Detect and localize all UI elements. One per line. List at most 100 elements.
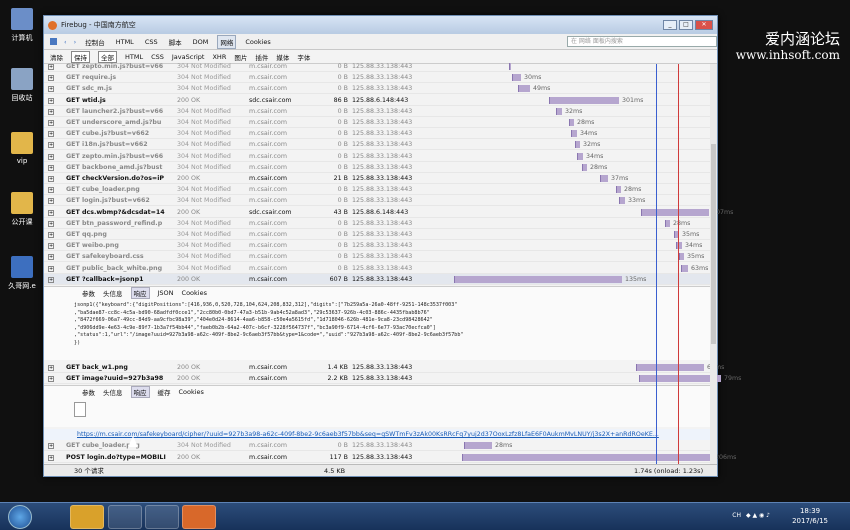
detail-tab[interactable]: 头信息: [103, 387, 123, 397]
request-url[interactable]: POST login.do?type=MOBILI: [66, 452, 166, 463]
expand-toggle-icon[interactable]: +: [48, 454, 54, 461]
request-url[interactable]: GET zepto.min.js?bust=v66: [66, 151, 166, 162]
request-row[interactable]: + GET back_w1.png 200 OK m.csair.com 1.4 KB 1…: [44, 362, 724, 373]
expand-toggle-icon[interactable]: +: [48, 164, 54, 171]
language-indicator[interactable]: CH: [732, 512, 741, 519]
filter-button[interactable]: 媒体: [276, 52, 289, 62]
request-row[interactable]: + GET cube_loader.png 304 Not Modified m.cs…: [44, 440, 711, 452]
expand-toggle-icon[interactable]: +: [48, 265, 54, 272]
inspect-icon[interactable]: [50, 38, 57, 45]
request-url[interactable]: GET ?callback=jsonp1: [66, 274, 166, 285]
request-url[interactable]: GET safekeyboard.css: [66, 251, 166, 262]
request-row[interactable]: + GET checkVersion.do?os=iP 200 OK m.csair.…: [44, 173, 711, 184]
request-url[interactable]: GET cube_loader.png: [66, 440, 166, 451]
request-row[interactable]: + GET zepto.min.js?bust=v66 304 Not Modifi…: [44, 151, 711, 162]
request-row[interactable]: + GET qq.png 304 Not Modified m.csair.com 0 …: [44, 229, 711, 240]
request-row[interactable]: + GET wtid.js 200 OK sdc.csair.com 86 B 125.8…: [44, 95, 711, 106]
desktop-icon-recycle-bin[interactable]: 回收站: [4, 68, 40, 103]
tray-icons[interactable]: ◆ ▲ ◉ ♪: [746, 512, 770, 519]
taskbar-app-3[interactable]: [145, 505, 179, 529]
start-button[interactable]: [8, 505, 32, 529]
scrollbar-thumb[interactable]: [711, 144, 716, 344]
detail-tab[interactable]: 头信息: [103, 288, 123, 298]
panel-tab[interactable]: Cookies: [243, 37, 272, 47]
taskbar-app-1[interactable]: [70, 505, 104, 529]
taskbar-firefox[interactable]: [182, 505, 216, 529]
request-url[interactable]: GET weibo.png: [66, 240, 166, 251]
request-url[interactable]: GET require.js: [66, 72, 166, 83]
request-url[interactable]: GET wtid.js: [66, 95, 166, 106]
expand-toggle-icon[interactable]: +: [48, 97, 54, 104]
request-url[interactable]: GET image?uuid=927b3a98: [66, 373, 166, 384]
filter-button[interactable]: 插件: [255, 52, 268, 62]
request-row[interactable]: + GET btn_password_refind.p 304 Not Modifi…: [44, 218, 711, 229]
expand-toggle-icon[interactable]: +: [48, 86, 54, 93]
expand-toggle-icon[interactable]: +: [48, 153, 54, 160]
expand-toggle-icon[interactable]: +: [48, 142, 54, 149]
request-row[interactable]: + GET dcs.wbmp?&dcsdat=14 200 OK sdc.csair.…: [44, 207, 733, 218]
taskbar-folder[interactable]: [108, 505, 142, 529]
detail-tab[interactable]: Cookies: [182, 289, 207, 297]
request-url[interactable]: GET backbone_amd.js?bust: [66, 162, 166, 173]
request-row[interactable]: + GET safekeyboard.css 304 Not Modified m.c…: [44, 251, 711, 263]
request-row[interactable]: + GET backbone_amd.js?bust 304 Not Modifie…: [44, 162, 711, 173]
detail-tab[interactable]: Cookies: [179, 388, 204, 396]
panel-tab[interactable]: CSS: [143, 37, 160, 47]
detail-tab[interactable]: 参数: [82, 387, 95, 397]
maximize-button[interactable]: □: [679, 20, 693, 30]
request-url[interactable]: GET sdc_m.js: [66, 83, 166, 94]
request-url[interactable]: GET qq.png: [66, 229, 166, 240]
request-row[interactable]: + GET public_back_white.png 304 Not Modifi…: [44, 263, 711, 274]
request-row[interactable]: + GET zepto.min.js?bust=v66 304 Not Modifi…: [44, 61, 711, 72]
panel-tab[interactable]: 脚本: [167, 36, 184, 48]
clock[interactable]: 18:39 2017/6/15: [792, 506, 828, 526]
expand-toggle-icon[interactable]: +: [48, 232, 54, 238]
request-row[interactable]: + GET cube_loader.png 304 Not Modified m.cs…: [44, 184, 711, 196]
detail-tab[interactable]: 参数: [82, 288, 95, 298]
forward-icon[interactable]: ›: [74, 38, 77, 46]
scrollbar[interactable]: [710, 64, 717, 464]
expand-toggle-icon[interactable]: +: [48, 198, 54, 205]
request-url[interactable]: GET cube_loader.png: [66, 184, 166, 195]
expand-toggle-icon[interactable]: +: [48, 64, 54, 70]
request-row[interactable]: + GET underscore_amd.js?bu 304 Not Modifie…: [44, 117, 711, 128]
expand-toggle-icon[interactable]: +: [48, 254, 54, 261]
expand-toggle-icon[interactable]: +: [48, 131, 54, 138]
request-url[interactable]: GET launcher2.js?bust=v66: [66, 106, 166, 117]
request-link-row[interactable]: https://m.csair.com/safekeyboard/cipher/…: [44, 429, 711, 441]
filter-button[interactable]: 图片: [234, 52, 247, 62]
expand-toggle-icon[interactable]: +: [48, 209, 54, 216]
request-url[interactable]: GET login.js?bust=v662: [66, 195, 166, 206]
back-icon[interactable]: ‹: [64, 38, 67, 46]
request-url[interactable]: GET btn_password_refind.p: [66, 218, 166, 229]
request-row[interactable]: + GET ?callback=jsonp1 200 OK m.csair.com 60…: [44, 273, 711, 285]
detail-tab[interactable]: 缓存: [158, 387, 171, 397]
request-row[interactable]: + GET launcher2.js?bust=v66 304 Not Modifi…: [44, 106, 711, 117]
detail-tab[interactable]: JSON: [158, 289, 174, 297]
request-url[interactable]: GET cube.js?bust=v662: [66, 128, 166, 139]
expand-toggle-icon[interactable]: +: [48, 276, 54, 283]
expand-toggle-icon[interactable]: +: [48, 220, 54, 227]
request-row[interactable]: + GET sdc_m.js 304 Not Modified m.csair.com…: [44, 83, 711, 95]
detail-tab[interactable]: 响应: [130, 287, 150, 299]
request-url[interactable]: GET zepto.min.js?bust=v66: [66, 61, 166, 72]
filter-button[interactable]: 清除: [50, 52, 63, 62]
request-url[interactable]: GET public_back_white.png: [66, 263, 166, 274]
filter-button[interactable]: 字体: [297, 52, 310, 62]
desktop-icon-computer[interactable]: 计算机: [4, 8, 40, 43]
panel-tab[interactable]: 控制台: [83, 36, 107, 48]
request-row[interactable]: + GET i18n.js?bust=v662 304 Not Modified m.…: [44, 139, 711, 151]
request-url[interactable]: GET checkVersion.do?os=iP: [66, 173, 166, 184]
panel-tab[interactable]: DOM: [191, 37, 211, 47]
close-button[interactable]: ✕: [695, 20, 713, 30]
expand-toggle-icon[interactable]: +: [48, 376, 54, 383]
filter-button[interactable]: XHR: [212, 53, 226, 61]
panel-search-input[interactable]: 在 网络 面板内搜索: [567, 36, 717, 47]
expand-toggle-icon[interactable]: +: [48, 176, 54, 182]
request-row[interactable]: + GET require.js 304 Not Modified m.csair.c…: [44, 72, 711, 84]
request-row[interactable]: + GET image?uuid=927b3a98 200 OK m.csair.co…: [44, 373, 741, 385]
expand-toggle-icon[interactable]: +: [48, 75, 54, 82]
expand-toggle-icon[interactable]: +: [48, 120, 54, 126]
expand-toggle-icon[interactable]: +: [48, 243, 54, 250]
request-row[interactable]: + GET cube.js?bust=v662 304 Not Modified m.…: [44, 128, 711, 140]
